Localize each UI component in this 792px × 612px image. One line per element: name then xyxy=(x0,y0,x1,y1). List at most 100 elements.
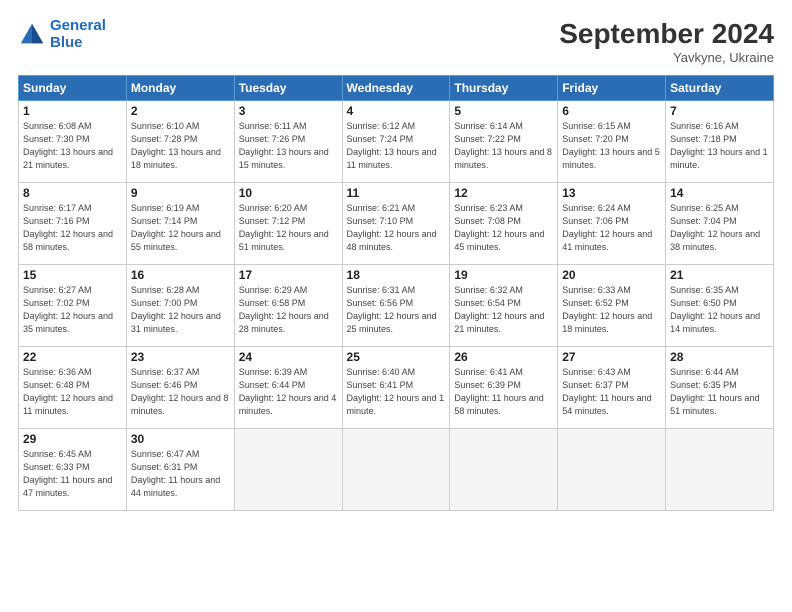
day-info: Sunrise: 6:21 AMSunset: 7:10 PMDaylight:… xyxy=(347,202,446,254)
day-info: Sunrise: 6:31 AMSunset: 6:56 PMDaylight:… xyxy=(347,284,446,336)
calendar-cell: 1 Sunrise: 6:08 AMSunset: 7:30 PMDaylight… xyxy=(19,101,127,183)
day-number: 2 xyxy=(131,104,230,118)
calendar-cell: 7 Sunrise: 6:16 AMSunset: 7:18 PMDaylight… xyxy=(666,101,774,183)
day-number: 27 xyxy=(562,350,661,364)
day-info: Sunrise: 6:23 AMSunset: 7:08 PMDaylight:… xyxy=(454,202,553,254)
calendar-cell: 2Sunrise: 6:10 AMSunset: 7:28 PMDaylight… xyxy=(126,101,234,183)
day-info: Sunrise: 6:35 AMSunset: 6:50 PMDaylight:… xyxy=(670,284,769,336)
day-number: 5 xyxy=(454,104,553,118)
day-info: Sunrise: 6:24 AMSunset: 7:06 PMDaylight:… xyxy=(562,202,661,254)
day-number: 1 xyxy=(23,104,122,118)
calendar-cell: 21 Sunrise: 6:35 AMSunset: 6:50 PMDayligh… xyxy=(666,265,774,347)
calendar-cell xyxy=(558,429,666,511)
calendar-cell: 9 Sunrise: 6:19 AMSunset: 7:14 PMDaylight… xyxy=(126,183,234,265)
logo-icon xyxy=(18,21,46,49)
day-number: 21 xyxy=(670,268,769,282)
day-number: 13 xyxy=(562,186,661,200)
day-number: 24 xyxy=(239,350,338,364)
day-number: 8 xyxy=(23,186,122,200)
calendar-row: 1 Sunrise: 6:08 AMSunset: 7:30 PMDaylight… xyxy=(19,101,774,183)
day-info: Sunrise: 6:14 AMSunset: 7:22 PMDaylight:… xyxy=(454,120,553,172)
logo-text: General Blue xyxy=(50,18,106,51)
day-number: 18 xyxy=(347,268,446,282)
th-sunday: Sunday xyxy=(19,76,127,101)
day-info: Sunrise: 6:28 AMSunset: 7:00 PMDaylight:… xyxy=(131,284,230,336)
day-number: 10 xyxy=(239,186,338,200)
calendar-cell: 26Sunrise: 6:41 AMSunset: 6:39 PMDayligh… xyxy=(450,347,558,429)
month-title: September 2024 xyxy=(559,18,774,50)
day-number: 6 xyxy=(562,104,661,118)
th-saturday: Saturday xyxy=(666,76,774,101)
day-info: Sunrise: 6:47 AMSunset: 6:31 PMDaylight:… xyxy=(131,448,230,500)
day-info: Sunrise: 6:39 AMSunset: 6:44 PMDaylight:… xyxy=(239,366,338,418)
day-info: Sunrise: 6:40 AMSunset: 6:41 PMDaylight:… xyxy=(347,366,446,418)
calendar-cell: 22Sunrise: 6:36 AMSunset: 6:48 PMDayligh… xyxy=(19,347,127,429)
calendar-cell xyxy=(342,429,450,511)
calendar-cell: 13 Sunrise: 6:24 AMSunset: 7:06 PMDayligh… xyxy=(558,183,666,265)
calendar-cell: 8Sunrise: 6:17 AMSunset: 7:16 PMDaylight… xyxy=(19,183,127,265)
day-info: Sunrise: 6:19 AMSunset: 7:14 PMDaylight:… xyxy=(131,202,230,254)
day-info: Sunrise: 6:36 AMSunset: 6:48 PMDaylight:… xyxy=(23,366,122,418)
calendar-cell: 12 Sunrise: 6:23 AMSunset: 7:08 PMDayligh… xyxy=(450,183,558,265)
day-info: Sunrise: 6:41 AMSunset: 6:39 PMDaylight:… xyxy=(454,366,553,418)
calendar-cell: 15 Sunrise: 6:27 AMSunset: 7:02 PMDayligh… xyxy=(19,265,127,347)
day-number: 20 xyxy=(562,268,661,282)
calendar-cell: 30 Sunrise: 6:47 AMSunset: 6:31 PMDayligh… xyxy=(126,429,234,511)
day-number: 23 xyxy=(131,350,230,364)
day-info: Sunrise: 6:37 AMSunset: 6:46 PMDaylight:… xyxy=(131,366,230,418)
day-number: 30 xyxy=(131,432,230,446)
day-number: 7 xyxy=(670,104,769,118)
calendar-row: 15 Sunrise: 6:27 AMSunset: 7:02 PMDayligh… xyxy=(19,265,774,347)
day-number: 19 xyxy=(454,268,553,282)
calendar-cell: 19 Sunrise: 6:32 AMSunset: 6:54 PMDayligh… xyxy=(450,265,558,347)
day-number: 15 xyxy=(23,268,122,282)
day-number: 3 xyxy=(239,104,338,118)
calendar-cell xyxy=(666,429,774,511)
calendar-header-row: Sunday Monday Tuesday Wednesday Thursday… xyxy=(19,76,774,101)
th-monday: Monday xyxy=(126,76,234,101)
logo: General Blue xyxy=(18,18,106,51)
day-info: Sunrise: 6:45 AMSunset: 6:33 PMDaylight:… xyxy=(23,448,122,500)
calendar-cell: 18 Sunrise: 6:31 AMSunset: 6:56 PMDayligh… xyxy=(342,265,450,347)
th-thursday: Thursday xyxy=(450,76,558,101)
day-info: Sunrise: 6:27 AMSunset: 7:02 PMDaylight:… xyxy=(23,284,122,336)
day-number: 28 xyxy=(670,350,769,364)
page: General Blue September 2024 Yavkyne, Ukr… xyxy=(0,0,792,612)
day-info: Sunrise: 6:12 AMSunset: 7:24 PMDaylight:… xyxy=(347,120,446,172)
location-subtitle: Yavkyne, Ukraine xyxy=(559,50,774,65)
calendar-cell: 16 Sunrise: 6:28 AMSunset: 7:00 PMDayligh… xyxy=(126,265,234,347)
calendar-cell: 25 Sunrise: 6:40 AMSunset: 6:41 PMDayligh… xyxy=(342,347,450,429)
calendar-cell xyxy=(450,429,558,511)
day-number: 14 xyxy=(670,186,769,200)
calendar-cell: 6 Sunrise: 6:15 AMSunset: 7:20 PMDaylight… xyxy=(558,101,666,183)
day-number: 29 xyxy=(23,432,122,446)
day-info: Sunrise: 6:44 AMSunset: 6:35 PMDaylight:… xyxy=(670,366,769,418)
calendar-row: 8Sunrise: 6:17 AMSunset: 7:16 PMDaylight… xyxy=(19,183,774,265)
day-info: Sunrise: 6:16 AMSunset: 7:18 PMDaylight:… xyxy=(670,120,769,172)
day-number: 25 xyxy=(347,350,446,364)
day-number: 17 xyxy=(239,268,338,282)
day-number: 16 xyxy=(131,268,230,282)
day-info: Sunrise: 6:11 AMSunset: 7:26 PMDaylight:… xyxy=(239,120,338,172)
day-number: 9 xyxy=(131,186,230,200)
calendar-row: 29 Sunrise: 6:45 AMSunset: 6:33 PMDayligh… xyxy=(19,429,774,511)
th-tuesday: Tuesday xyxy=(234,76,342,101)
calendar-cell: 20 Sunrise: 6:33 AMSunset: 6:52 PMDayligh… xyxy=(558,265,666,347)
day-info: Sunrise: 6:20 AMSunset: 7:12 PMDaylight:… xyxy=(239,202,338,254)
calendar-cell: 14Sunrise: 6:25 AMSunset: 7:04 PMDayligh… xyxy=(666,183,774,265)
day-info: Sunrise: 6:29 AMSunset: 6:58 PMDaylight:… xyxy=(239,284,338,336)
calendar-cell: 23 Sunrise: 6:37 AMSunset: 6:46 PMDayligh… xyxy=(126,347,234,429)
logo-general: General xyxy=(50,17,106,34)
day-number: 11 xyxy=(347,186,446,200)
calendar-cell: 3 Sunrise: 6:11 AMSunset: 7:26 PMDaylight… xyxy=(234,101,342,183)
logo-blue: Blue xyxy=(50,34,83,51)
day-info: Sunrise: 6:08 AMSunset: 7:30 PMDaylight:… xyxy=(23,120,122,172)
calendar-cell: 10 Sunrise: 6:20 AMSunset: 7:12 PMDayligh… xyxy=(234,183,342,265)
day-info: Sunrise: 6:32 AMSunset: 6:54 PMDaylight:… xyxy=(454,284,553,336)
calendar-row: 22Sunrise: 6:36 AMSunset: 6:48 PMDayligh… xyxy=(19,347,774,429)
day-number: 12 xyxy=(454,186,553,200)
day-info: Sunrise: 6:33 AMSunset: 6:52 PMDaylight:… xyxy=(562,284,661,336)
day-info: Sunrise: 6:15 AMSunset: 7:20 PMDaylight:… xyxy=(562,120,661,172)
calendar-cell xyxy=(234,429,342,511)
title-block: September 2024 Yavkyne, Ukraine xyxy=(559,18,774,65)
